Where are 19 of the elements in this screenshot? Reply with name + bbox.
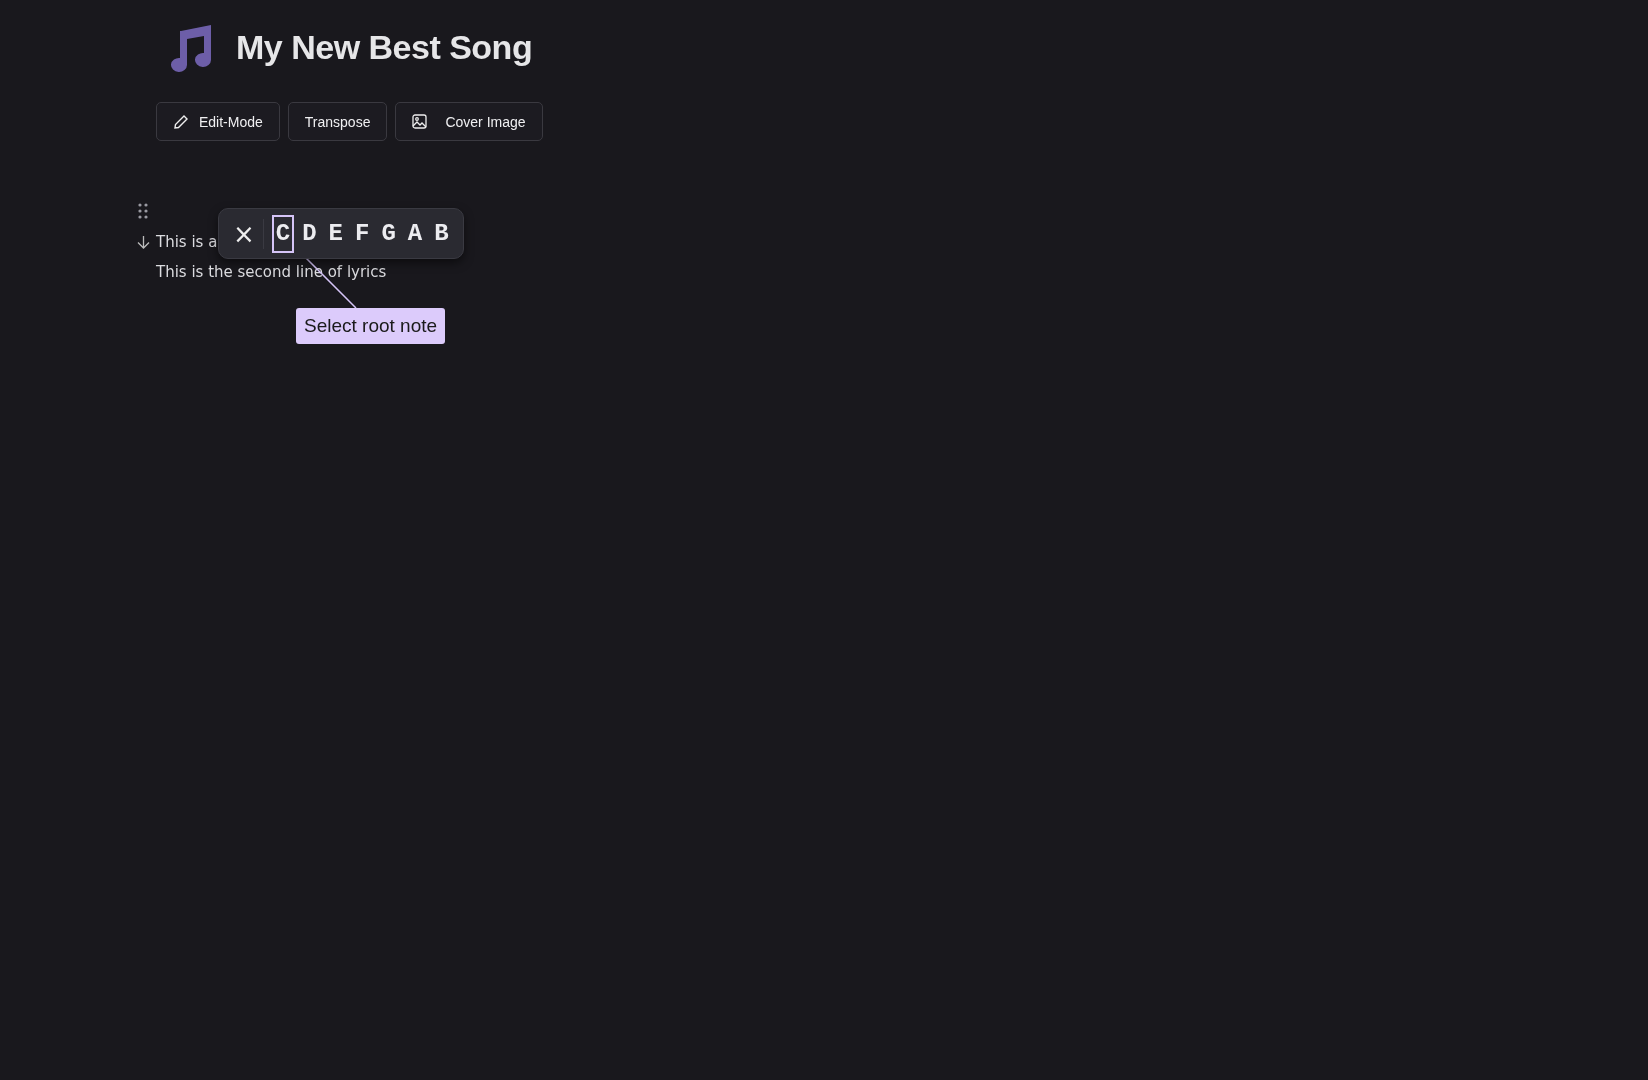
edit-mode-button[interactable]: Edit-Mode [156, 102, 280, 141]
note-button[interactable]: A [403, 214, 427, 253]
image-icon [412, 114, 428, 129]
tooltip: Select root note [296, 308, 446, 344]
drag-handle-icon[interactable] [138, 203, 148, 219]
note-button[interactable]: C [271, 214, 295, 253]
song-title: My New Best Song [236, 27, 533, 67]
transpose-button[interactable]: Transpose [287, 102, 388, 141]
note-button[interactable]: B [430, 214, 453, 253]
down-arrow-icon [137, 235, 150, 249]
note-button[interactable]: G [377, 214, 400, 253]
note-button[interactable]: D [298, 214, 321, 253]
cover-image-button[interactable]: Cover Image [395, 102, 543, 141]
note-button[interactable]: F [351, 214, 374, 253]
pencil-icon [173, 113, 189, 130]
lyric-line: This is the second line of lyrics [156, 263, 387, 281]
lyric-line: This is a [156, 233, 218, 251]
close-button[interactable]: × [229, 218, 264, 249]
note-button[interactable]: E [324, 214, 347, 253]
